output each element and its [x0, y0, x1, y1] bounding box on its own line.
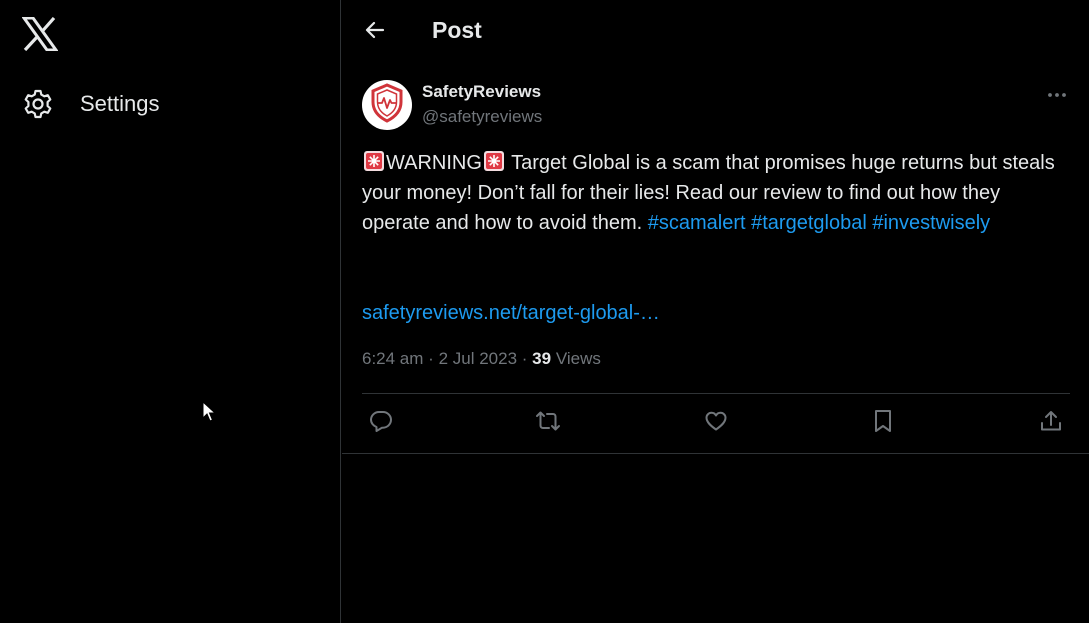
hashtag-link[interactable]: #targetglobal — [751, 212, 867, 234]
more-options-button[interactable] — [1042, 80, 1072, 108]
bookmark-icon — [871, 408, 895, 439]
views-label: Views — [555, 349, 601, 368]
speech-bubble-icon — [368, 408, 394, 439]
sidebar: Settings — [0, 0, 341, 623]
author-handle[interactable]: @safetyreviews — [422, 107, 542, 127]
page-title: Post — [432, 17, 482, 43]
post-time[interactable]: 6:24 am — [362, 349, 423, 368]
app-window: Settings Post SafetyReviews @safetyrevie… — [0, 0, 1089, 623]
shield-heartbeat-icon — [365, 81, 409, 130]
arrow-left-icon — [364, 19, 386, 46]
post-text: WARNING Target Global is a scam that pro… — [362, 148, 1062, 238]
post-text-warning: WARNING — [386, 152, 482, 174]
divider — [362, 393, 1070, 394]
main-column: Post SafetyReviews @safetyreviews WARNIN… — [342, 0, 1089, 623]
views-count: 39 — [532, 349, 552, 368]
share-upload-icon — [1038, 408, 1064, 439]
share-button[interactable] — [1032, 404, 1070, 442]
back-button[interactable] — [360, 17, 390, 47]
police-siren-icon — [362, 149, 386, 173]
sidebar-item-label: Settings — [80, 91, 160, 116]
repost-button[interactable] — [529, 404, 567, 442]
repost-arrows-icon — [534, 408, 562, 439]
post-date[interactable]: 2 Jul 2023 — [439, 349, 517, 368]
meta-separator: · — [428, 349, 434, 368]
hashtag-link[interactable]: #investwisely — [872, 212, 990, 234]
divider — [342, 453, 1089, 454]
post-link-line: safetyreviews.net/target-global-… — [362, 298, 660, 328]
police-siren-icon — [482, 149, 506, 173]
author-display-name[interactable]: SafetyReviews — [422, 82, 541, 102]
sidebar-item-settings[interactable]: Settings — [22, 87, 160, 121]
hashtag-link[interactable]: #scamalert — [648, 212, 746, 234]
heart-icon — [703, 408, 729, 439]
post-header: Post — [342, 0, 1089, 64]
reply-button[interactable] — [362, 404, 400, 442]
mouse-cursor-icon — [202, 400, 217, 423]
external-link[interactable]: safetyreviews.net/target-global-… — [362, 302, 660, 324]
ellipsis-icon — [1047, 85, 1067, 103]
like-button[interactable] — [697, 404, 735, 442]
meta-separator: · — [521, 349, 528, 368]
x-logo-icon[interactable] — [21, 16, 59, 52]
post-actions — [362, 404, 1070, 442]
gear-icon — [22, 88, 54, 120]
post-meta: 6:24 am · 2 Jul 2023 · 39 Views — [362, 349, 601, 369]
bookmark-button[interactable] — [864, 404, 902, 442]
avatar[interactable] — [362, 80, 412, 130]
